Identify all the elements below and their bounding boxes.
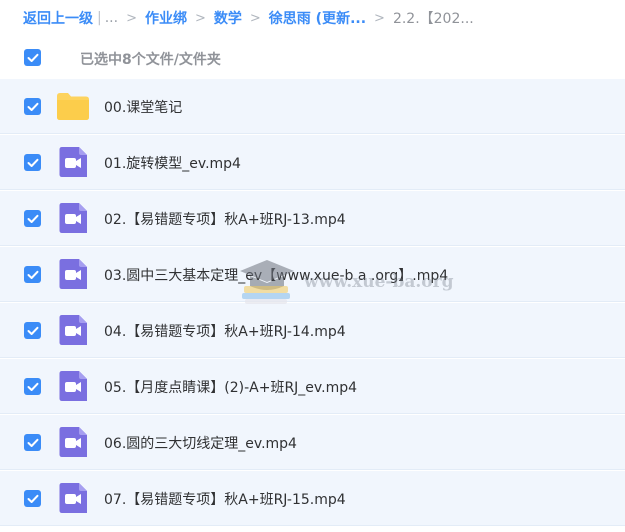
row-checkbox[interactable] bbox=[24, 378, 41, 395]
breadcrumb-separator: > bbox=[194, 10, 206, 26]
file-row-video[interactable]: 02.【易错题专项】秋A+班RJ-13.mp4 bbox=[0, 191, 625, 246]
checkmark-icon bbox=[27, 102, 38, 111]
row-checkbox[interactable] bbox=[24, 98, 41, 115]
checkmark-icon bbox=[27, 53, 38, 62]
file-row-video[interactable]: 04.【易错题专项】秋A+班RJ-14.mp4 bbox=[0, 303, 625, 358]
video-file-icon bbox=[59, 259, 87, 289]
video-file-icon bbox=[59, 427, 87, 457]
file-row-folder[interactable]: 00.课堂笔记 bbox=[0, 79, 625, 134]
breadcrumb-divider: | bbox=[97, 10, 102, 26]
breadcrumb-item-homework[interactable]: 作业绑 bbox=[145, 8, 187, 28]
file-row-video[interactable]: 07.【易错题专项】秋A+班RJ-15.mp4 bbox=[0, 471, 625, 526]
select-all-checkbox[interactable] bbox=[24, 49, 41, 66]
row-checkbox[interactable] bbox=[24, 490, 41, 507]
file-name[interactable]: 01.旋转模型_ev.mp4 bbox=[104, 153, 241, 173]
file-name[interactable]: 04.【易错题专项】秋A+班RJ-14.mp4 bbox=[104, 321, 346, 341]
breadcrumb-item-math[interactable]: 数学 bbox=[214, 8, 242, 28]
breadcrumb-separator: > bbox=[374, 10, 385, 26]
breadcrumb: 返回上一级 | ... > 作业绑 > 数学 > 徐思雨 (更新... > 2.… bbox=[0, 0, 625, 36]
checkmark-icon bbox=[27, 326, 38, 335]
file-name[interactable]: 05.【月度点睛课】(2)-A+班RJ_ev.mp4 bbox=[104, 377, 357, 397]
file-name[interactable]: 00.课堂笔记 bbox=[104, 97, 182, 117]
breadcrumb-separator: > bbox=[249, 10, 261, 26]
row-checkbox[interactable] bbox=[24, 266, 41, 283]
file-row-video[interactable]: 05.【月度点睛课】(2)-A+班RJ_ev.mp4 bbox=[0, 359, 625, 414]
breadcrumb-ellipsis[interactable]: ... bbox=[105, 10, 118, 26]
selection-bar: 已选中8个文件/文件夹 bbox=[0, 38, 625, 78]
breadcrumb-separator: > bbox=[126, 10, 137, 26]
selection-count-label: 已选中8个文件/文件夹 bbox=[80, 52, 221, 68]
row-checkbox[interactable] bbox=[24, 434, 41, 451]
checkmark-icon bbox=[27, 494, 38, 503]
row-checkbox[interactable] bbox=[24, 154, 41, 171]
checkmark-icon bbox=[27, 214, 38, 223]
file-row-video[interactable]: 03.圆中三大基本定理_ev【www.xue-b a .org】.mp4 bbox=[0, 247, 625, 302]
file-name[interactable]: 06.圆的三大切线定理_ev.mp4 bbox=[104, 433, 297, 453]
breadcrumb-item-teacher[interactable]: 徐思雨 (更新... bbox=[269, 8, 366, 28]
folder-icon bbox=[57, 93, 89, 120]
back-link[interactable]: 返回上一级 bbox=[23, 8, 93, 28]
video-file-icon bbox=[59, 371, 87, 401]
file-row-video[interactable]: 06.圆的三大切线定理_ev.mp4 bbox=[0, 415, 625, 470]
row-checkbox[interactable] bbox=[24, 210, 41, 227]
video-file-icon bbox=[59, 315, 87, 345]
video-file-icon bbox=[59, 147, 87, 177]
video-file-icon bbox=[59, 203, 87, 233]
checkmark-icon bbox=[27, 270, 38, 279]
checkmark-icon bbox=[27, 382, 38, 391]
breadcrumb-item-current: 2.2.【202... bbox=[392, 11, 474, 27]
file-row-video[interactable]: 01.旋转模型_ev.mp4 bbox=[0, 135, 625, 190]
video-file-icon bbox=[59, 483, 87, 513]
checkmark-icon bbox=[27, 158, 38, 167]
file-name[interactable]: 02.【易错题专项】秋A+班RJ-13.mp4 bbox=[104, 209, 346, 229]
row-checkbox[interactable] bbox=[24, 322, 41, 339]
file-name[interactable]: 07.【易错题专项】秋A+班RJ-15.mp4 bbox=[104, 489, 346, 509]
file-name[interactable]: 03.圆中三大基本定理_ev【www.xue-b a .org】.mp4 bbox=[104, 265, 448, 285]
checkmark-icon bbox=[27, 438, 38, 447]
